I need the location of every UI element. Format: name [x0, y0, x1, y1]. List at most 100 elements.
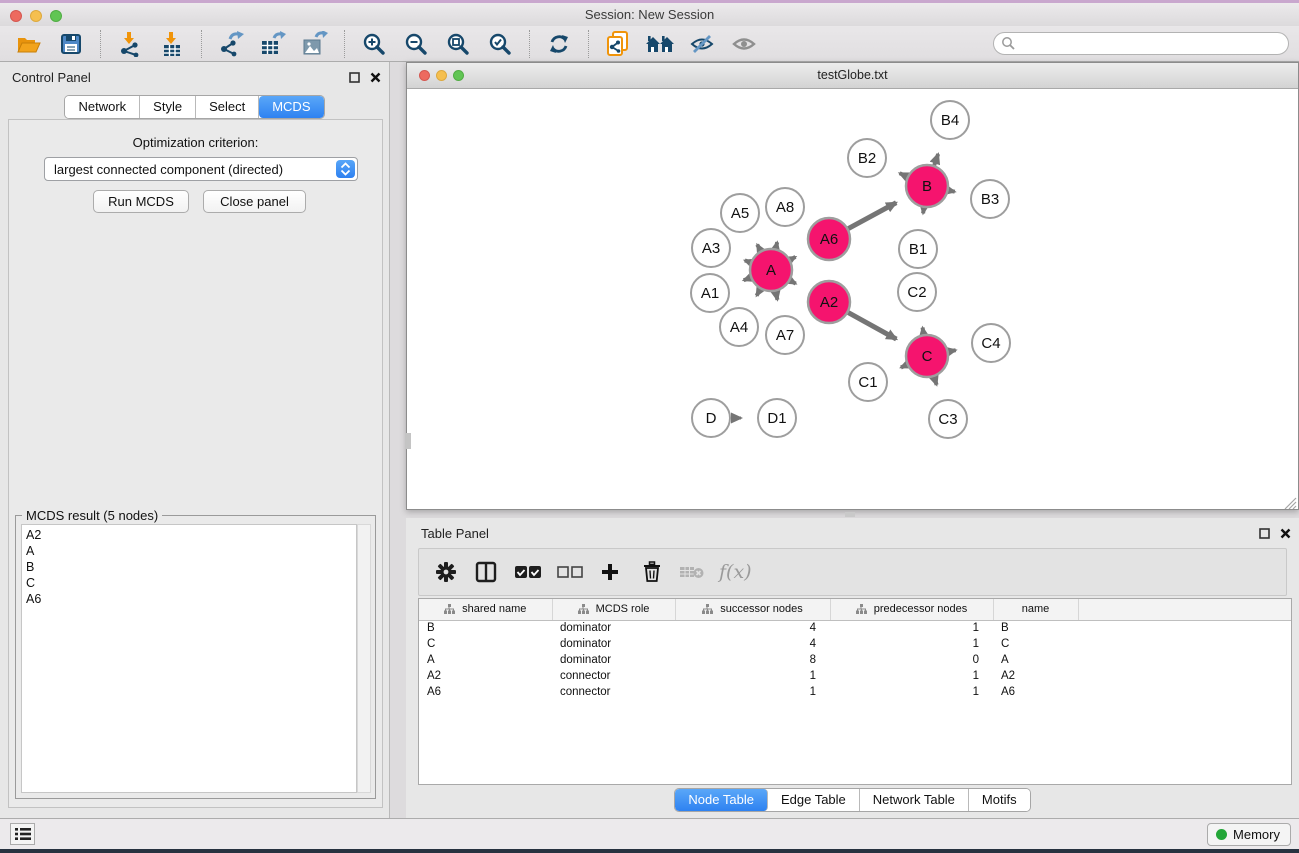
refresh-layout-icon[interactable] — [544, 29, 574, 59]
table-cell[interactable]: connector — [552, 684, 675, 700]
column-header-predecessor-nodes[interactable]: predecessor nodes — [830, 599, 993, 620]
table-cell[interactable]: 4 — [675, 620, 830, 636]
graph-edge-A-A6[interactable] — [790, 257, 795, 260]
result-item[interactable]: C — [26, 575, 356, 591]
graph-edge-A-A5[interactable] — [757, 245, 760, 251]
graph-edge-A-A2[interactable] — [790, 281, 795, 284]
show-all-icon[interactable] — [729, 29, 759, 59]
table-cell[interactable]: dominator — [552, 636, 675, 652]
graph-node-A2[interactable]: A2 — [808, 281, 850, 323]
result-scrollbar[interactable] — [357, 524, 371, 793]
graph-node-A1[interactable]: A1 — [691, 274, 729, 312]
graph-edge-B-B2[interactable] — [900, 173, 907, 176]
table-cell[interactable]: B — [419, 620, 552, 636]
graph-node-B[interactable]: B — [906, 165, 948, 207]
show-column-icon[interactable] — [473, 559, 499, 585]
table-cell[interactable]: 1 — [675, 668, 830, 684]
table-header[interactable]: shared nameMCDS rolesuccessor nodesprede… — [419, 599, 1292, 620]
network-vertical-scroll-thumb[interactable] — [405, 433, 411, 449]
close-table-panel-icon[interactable] — [1280, 526, 1291, 544]
zoom-out-icon[interactable] — [401, 29, 431, 59]
deselect-all-icon[interactable] — [557, 559, 583, 585]
table-cell[interactable]: A2 — [419, 668, 552, 684]
resize-grip-icon[interactable] — [1283, 496, 1297, 508]
table-cell[interactable]: 4 — [675, 636, 830, 652]
graph-edge-A-A1[interactable] — [744, 278, 751, 281]
import-table-icon[interactable] — [157, 29, 187, 59]
table-row[interactable]: A6connector11A6 — [419, 684, 1292, 700]
export-table-icon[interactable] — [258, 29, 288, 59]
graph-node-D[interactable]: D — [692, 399, 730, 437]
graph-edge-A-A4[interactable] — [757, 289, 761, 295]
table-cell[interactable]: dominator — [552, 652, 675, 668]
graph-edge-C-C1[interactable] — [901, 365, 907, 368]
float-panel-icon[interactable] — [349, 70, 360, 88]
graph-node-A6[interactable]: A6 — [808, 218, 850, 260]
network-window-titlebar[interactable]: testGlobe.txt — [407, 63, 1298, 89]
table-cell[interactable] — [1078, 652, 1292, 668]
table-cell[interactable]: 1 — [830, 620, 993, 636]
float-table-panel-icon[interactable] — [1259, 526, 1270, 544]
table-cell[interactable]: 0 — [830, 652, 993, 668]
graph-edge-A6-B[interactable] — [848, 203, 896, 229]
zoom-fit-icon[interactable] — [443, 29, 473, 59]
graph-edge-B-B1[interactable] — [923, 208, 924, 214]
table-cell[interactable]: dominator — [552, 620, 675, 636]
table-cell[interactable] — [1078, 620, 1292, 636]
open-session-icon[interactable] — [14, 29, 44, 59]
table-settings-icon[interactable] — [433, 559, 459, 585]
table-cell[interactable]: A6 — [993, 684, 1078, 700]
table-cell[interactable]: A — [993, 652, 1078, 668]
graph-node-A8[interactable]: A8 — [766, 188, 804, 226]
first-neighbors-icon[interactable] — [645, 29, 675, 59]
table-cell[interactable]: B — [993, 620, 1078, 636]
graph-node-B2[interactable]: B2 — [848, 139, 886, 177]
tab-motifs[interactable]: Motifs — [969, 789, 1030, 811]
graph-node-C2[interactable]: C2 — [898, 273, 936, 311]
tab-network[interactable]: Network — [65, 96, 140, 118]
graph-edge-A-A3[interactable] — [745, 260, 751, 262]
table-cell[interactable]: 8 — [675, 652, 830, 668]
column-header-shared-name[interactable]: shared name — [419, 599, 552, 620]
search-input[interactable] — [993, 32, 1289, 55]
graph-node-C3[interactable]: C3 — [929, 400, 967, 438]
table-cell[interactable]: A2 — [993, 668, 1078, 684]
table-row[interactable]: A2connector11A2 — [419, 668, 1292, 684]
panel-divider-handle[interactable] — [845, 512, 855, 517]
table-body[interactable]: Bdominator41BCdominator41CAdominator80AA… — [419, 620, 1292, 700]
table-cell[interactable] — [1078, 636, 1292, 652]
table-cell[interactable]: A — [419, 652, 552, 668]
graph-edge-B-B3[interactable] — [949, 190, 955, 191]
table-cell[interactable] — [1078, 668, 1292, 684]
graph-node-C4[interactable]: C4 — [972, 324, 1010, 362]
graph-edge-C-C3[interactable] — [934, 377, 937, 385]
graph-node-B1[interactable]: B1 — [899, 230, 937, 268]
graph-node-A[interactable]: A — [750, 249, 792, 291]
table-cell[interactable]: A6 — [419, 684, 552, 700]
graph-node-A5[interactable]: A5 — [721, 194, 759, 232]
column-header-successor-nodes[interactable]: successor nodes — [675, 599, 830, 620]
run-mcds-button[interactable]: Run MCDS — [93, 190, 189, 213]
table-cell[interactable]: C — [993, 636, 1078, 652]
table-cell[interactable]: C — [419, 636, 552, 652]
tab-select[interactable]: Select — [196, 96, 259, 118]
table-row[interactable]: Bdominator41B — [419, 620, 1292, 636]
table-cell[interactable]: 1 — [830, 684, 993, 700]
mcds-result-list[interactable]: A2ABCA6 — [21, 524, 357, 793]
graph-node-C[interactable]: C — [906, 335, 948, 377]
graph-node-B3[interactable]: B3 — [971, 180, 1009, 218]
close-panel-button[interactable]: Close panel — [203, 190, 306, 213]
graph-edge-C-C4[interactable] — [949, 350, 956, 351]
graph-node-A3[interactable]: A3 — [692, 229, 730, 267]
graph-node-A4[interactable]: A4 — [720, 308, 758, 346]
graph-node-C1[interactable]: C1 — [849, 363, 887, 401]
select-all-icon[interactable] — [515, 559, 541, 585]
graph-edge-A-A7[interactable] — [776, 292, 778, 300]
result-item[interactable]: A2 — [26, 527, 356, 543]
close-panel-icon[interactable] — [370, 70, 381, 88]
tab-mcds[interactable]: MCDS — [259, 96, 323, 118]
graph-node-D1[interactable]: D1 — [758, 399, 796, 437]
zoom-selected-icon[interactable] — [485, 29, 515, 59]
graph-edge-A2-C[interactable] — [848, 313, 896, 339]
optimization-criterion-select[interactable]: largest connected component (directed) — [44, 157, 358, 181]
